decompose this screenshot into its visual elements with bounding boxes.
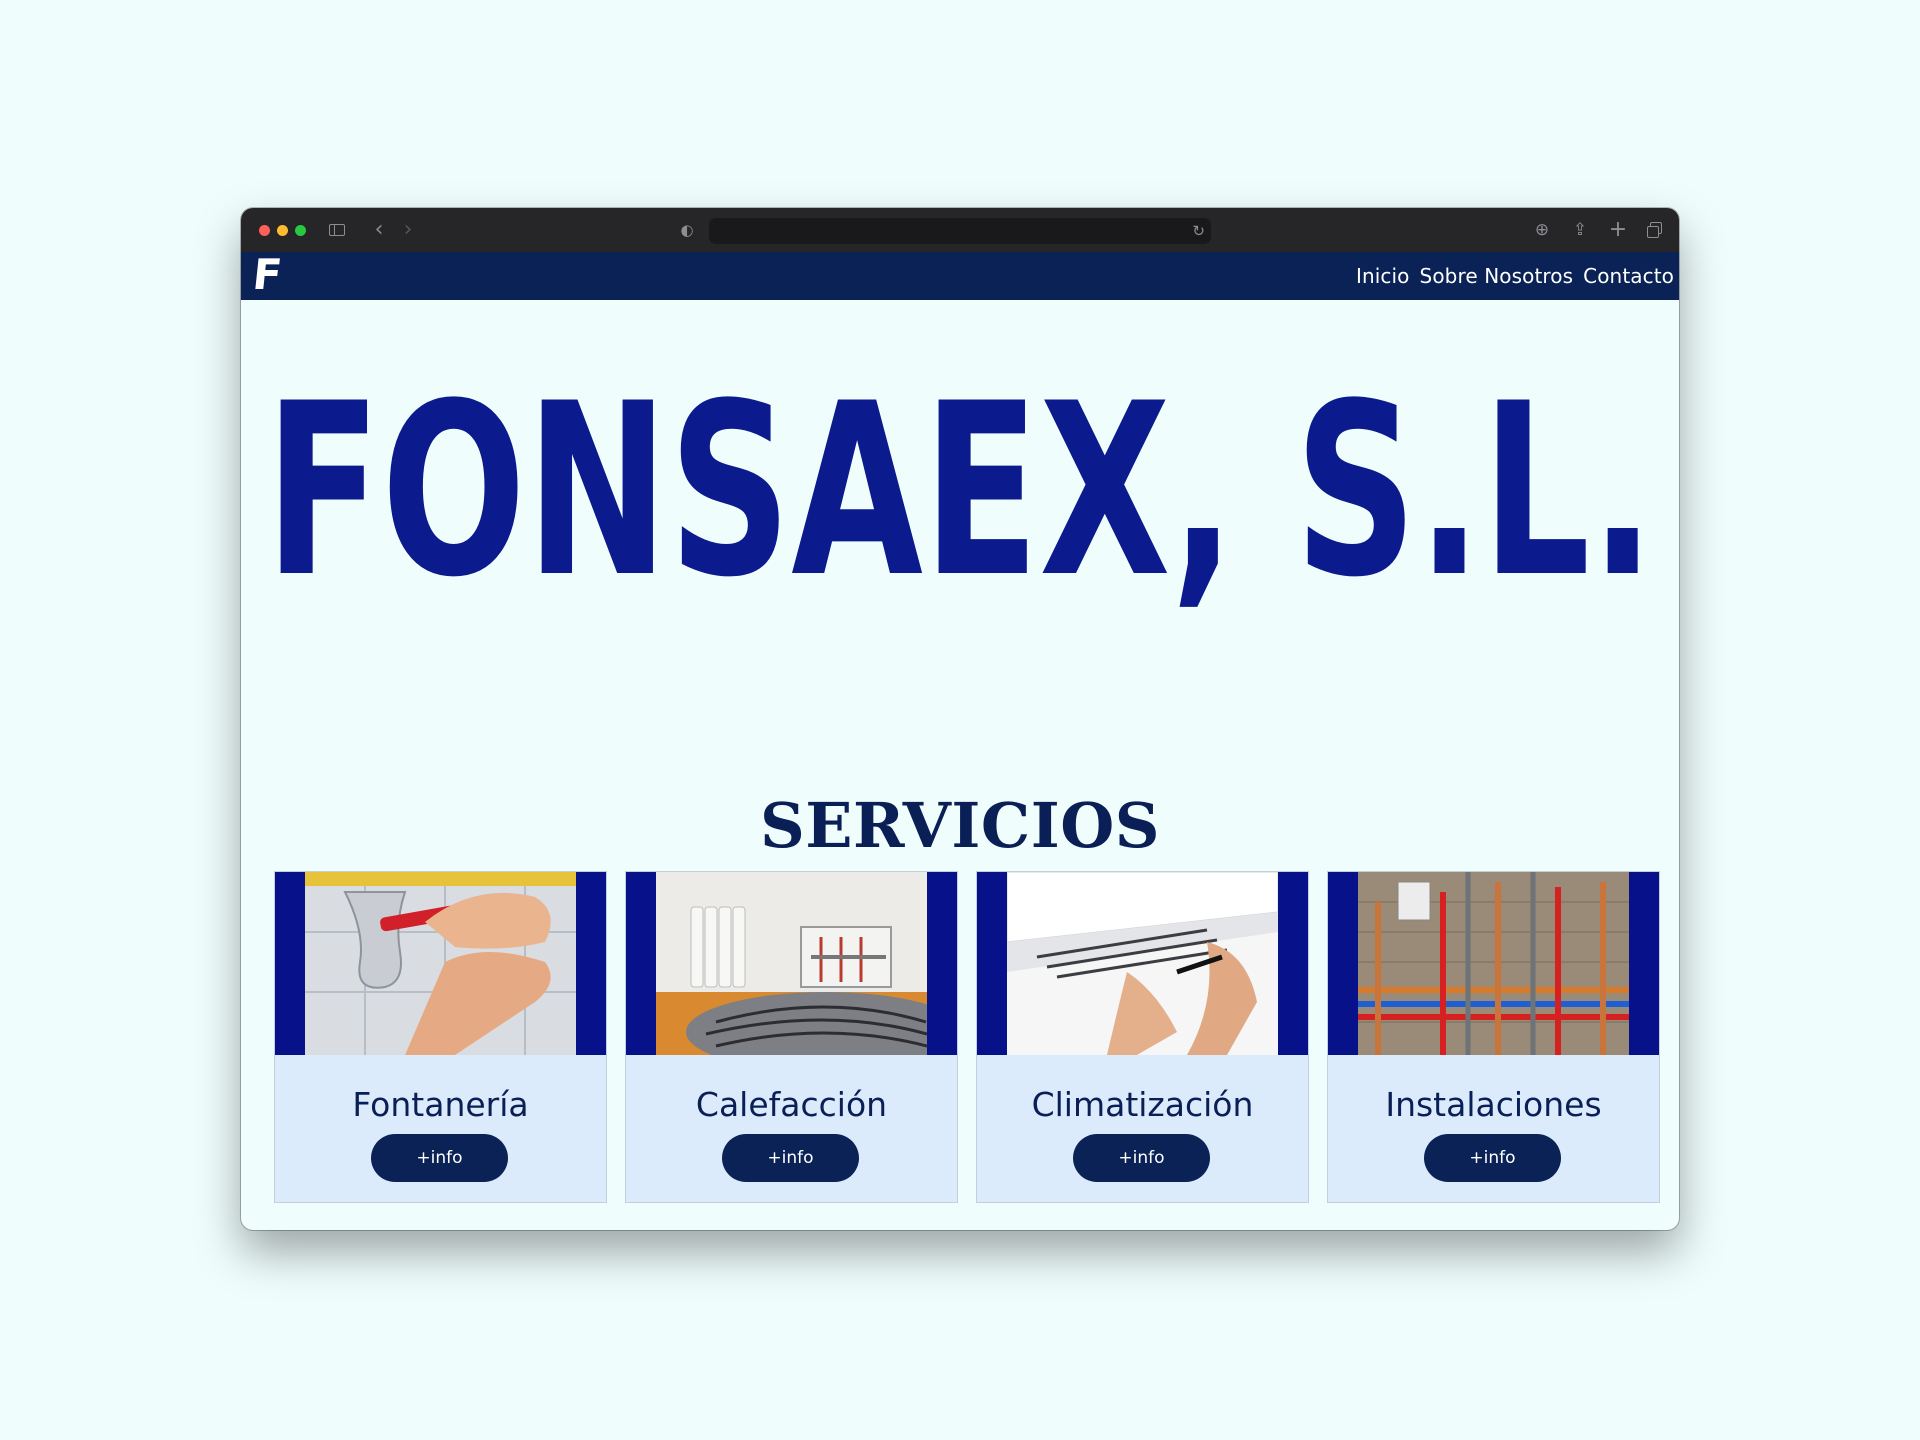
nav-logo[interactable]: F bbox=[250, 250, 284, 299]
card-title: Instalaciones bbox=[1385, 1085, 1602, 1124]
service-card-fontaneria: Fontanería +info bbox=[275, 872, 606, 1202]
nav-link-contacto[interactable]: Contacto bbox=[1583, 263, 1674, 289]
card-title: Climatización bbox=[1031, 1085, 1254, 1124]
nav-links: Inicio Sobre Nosotros Contacto bbox=[1356, 263, 1674, 289]
forward-icon[interactable]: › bbox=[398, 218, 418, 242]
share-icon[interactable]: ⇪ bbox=[1569, 218, 1591, 242]
more-info-button[interactable]: +info bbox=[1073, 1134, 1210, 1182]
card-title: Calefacción bbox=[695, 1085, 888, 1124]
service-card-instalaciones: Instalaciones +info bbox=[1328, 872, 1659, 1202]
card-image-frame bbox=[275, 872, 606, 1055]
section-title: SERVICIOS bbox=[759, 788, 1161, 862]
services-list: Fontanería +info Calefacción +info Clima… bbox=[275, 872, 1659, 1202]
new-tab-icon[interactable]: + bbox=[1607, 218, 1629, 242]
site-navbar: F Inicio Sobre Nosotros Contacto bbox=[241, 250, 1679, 300]
plumbing-image bbox=[305, 872, 576, 1055]
minimize-window-button[interactable] bbox=[277, 225, 288, 236]
card-title: Fontanería bbox=[352, 1085, 529, 1124]
address-bar[interactable]: ↻ bbox=[709, 218, 1211, 244]
more-info-button[interactable]: +info bbox=[1424, 1134, 1561, 1182]
maximize-window-button[interactable] bbox=[295, 225, 306, 236]
service-card-climatizacion: Climatización +info bbox=[977, 872, 1308, 1202]
nav-link-inicio[interactable]: Inicio bbox=[1356, 263, 1410, 289]
shield-icon[interactable]: ◐ bbox=[677, 218, 697, 242]
tabs-overview-icon[interactable] bbox=[1644, 218, 1666, 242]
installations-image bbox=[1358, 872, 1629, 1055]
air-conditioning-image bbox=[1007, 872, 1278, 1055]
card-image-frame bbox=[626, 872, 957, 1055]
brand-logo-text: FONSAEX, S.L. bbox=[265, 358, 1655, 620]
download-icon[interactable]: ⊕ bbox=[1531, 218, 1553, 242]
close-window-button[interactable] bbox=[259, 225, 270, 236]
back-icon[interactable]: ‹ bbox=[369, 218, 389, 242]
card-image-frame bbox=[1328, 872, 1659, 1055]
more-info-button[interactable]: +info bbox=[371, 1134, 508, 1182]
nav-link-sobre-nosotros[interactable]: Sobre Nosotros bbox=[1420, 263, 1574, 289]
service-card-calefaccion: Calefacción +info bbox=[626, 872, 957, 1202]
heating-image bbox=[656, 872, 927, 1055]
browser-window: ‹ › ◐ ↻ ⊕ ⇪ + F Inicio Sobre Nosotros Co… bbox=[241, 208, 1679, 1230]
more-info-button[interactable]: +info bbox=[722, 1134, 859, 1182]
brand-logo: FONSAEX, S.L. bbox=[265, 358, 1655, 620]
sidebar-icon[interactable] bbox=[327, 218, 349, 242]
reload-icon[interactable]: ↻ bbox=[1192, 219, 1205, 243]
card-image-frame bbox=[977, 872, 1308, 1055]
browser-toolbar: ‹ › ◐ ↻ ⊕ ⇪ + bbox=[241, 208, 1679, 252]
